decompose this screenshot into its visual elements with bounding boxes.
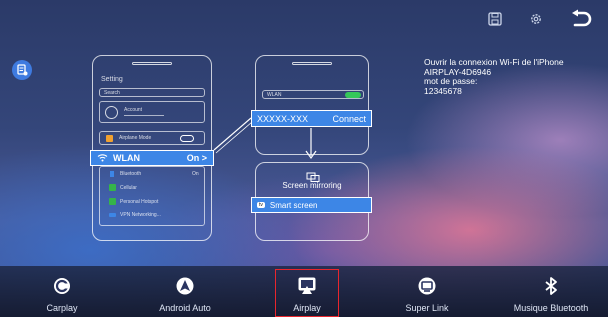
bottom-nav: Carplay Android Auto Airplay Super Link	[0, 266, 608, 317]
wlan-toggle-on	[345, 92, 361, 98]
phone-wlan-mockup: WLAN	[255, 55, 369, 155]
screen-mirroring-label: Screen mirroring	[282, 181, 342, 190]
wifi-instructions: Ouvrir la connexion Wi-Fi de l'iPhone AI…	[424, 57, 564, 96]
nav-item-super-link[interactable]: Super Link	[395, 266, 459, 317]
carplay-icon	[52, 276, 72, 296]
connector-wlan-to-network-shadow	[215, 121, 253, 154]
smart-screen-row: tv Smart screen	[251, 197, 372, 213]
airplay-icon	[297, 276, 317, 296]
airplay-screen: Setting Search Account Airplane Mode Blu…	[0, 0, 608, 317]
network-connect-row: XXXXX-XXX Connect	[251, 110, 372, 127]
super-link-icon	[417, 276, 437, 296]
bluetooth-icon	[541, 276, 561, 296]
nav-label: Super Link	[405, 303, 449, 313]
connect-label: Connect	[332, 113, 366, 124]
wifi-password: 12345678	[424, 85, 462, 96]
network-name: XXXXX-XXX	[257, 113, 309, 124]
screen-mirroring-icon	[306, 169, 320, 182]
phone-notch	[292, 62, 332, 65]
nav-label: Android Auto	[159, 303, 211, 313]
wlan-toggle-row: WLAN	[262, 90, 364, 99]
connector-wlan-to-network	[213, 117, 252, 151]
nav-item-carplay[interactable]: Carplay	[30, 266, 94, 317]
smart-screen-label: Smart screen	[269, 200, 318, 210]
phone2-wlan-label: WLAN	[267, 92, 282, 98]
nav-label: Musique Bluetooth	[513, 303, 589, 313]
nav-label: Airplay	[293, 303, 321, 313]
nav-item-airplay[interactable]: Airplay	[275, 266, 339, 317]
apple-tv-badge: tv	[257, 202, 265, 208]
nav-item-musique-bluetooth[interactable]: Musique Bluetooth	[505, 266, 597, 317]
nav-label: Carplay	[46, 303, 78, 313]
nav-item-android-auto[interactable]: Android Auto	[150, 266, 220, 317]
android-auto-icon	[175, 276, 195, 296]
